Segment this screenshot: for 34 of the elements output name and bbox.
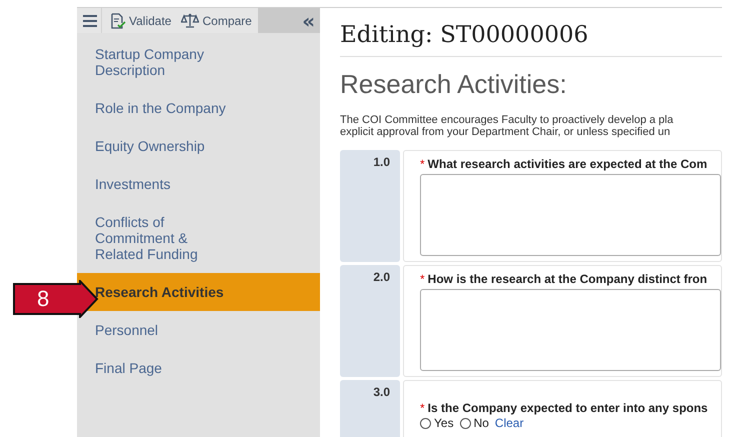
question-text: What research activities are expected at the Com: [428, 157, 708, 171]
answer-field[interactable]: [420, 174, 721, 256]
option-label: No: [474, 416, 489, 430]
sidebar-item[interactable]: Research Activities: [77, 273, 320, 311]
validate-button[interactable]: Validate: [108, 12, 174, 28]
sidebar-item[interactable]: Equity Ownership: [77, 138, 320, 154]
clear-link[interactable]: Clear: [494, 416, 524, 430]
radio-button[interactable]: [420, 418, 431, 428]
collapse-button[interactable]: «: [297, 8, 320, 33]
page-title: Editing: ST00000006: [340, 22, 722, 57]
menu-icon[interactable]: [83, 8, 102, 33]
sidebar-item[interactable]: Personnel: [77, 322, 320, 338]
question-text: How is the research at the Company distinct fron: [428, 272, 708, 286]
sidebar-item[interactable]: Role in the Company: [77, 100, 320, 116]
option-label: Yes: [434, 416, 454, 430]
required-mark: *: [420, 272, 425, 286]
required-mark: *: [420, 157, 425, 171]
answer-field[interactable]: [420, 289, 721, 371]
compare-button[interactable]: Compare: [179, 13, 254, 28]
sidebar-item[interactable]: Conflicts of Commitment & Related Funding: [77, 214, 320, 262]
sidebar-item[interactable]: Final Page: [77, 360, 320, 376]
sidebar-item[interactable]: Investments: [77, 176, 320, 192]
radio-button[interactable]: [460, 418, 471, 428]
scales-icon: [181, 13, 200, 28]
question-number: 1.0: [340, 150, 400, 262]
question-text: Is the Company expected to enter into any spons: [428, 401, 708, 415]
required-mark: *: [420, 401, 425, 415]
callout-number: 8: [37, 287, 50, 311]
question-number: 3.0: [340, 380, 400, 437]
sidebar-item[interactable]: Startup Company Description: [77, 46, 320, 78]
section-heading: Research Activities:: [340, 69, 568, 100]
description-text: The COI Committee encourages Faculty to proactively develop a pla explicit approval from your Department Chair, or unless specified un: [340, 114, 674, 138]
document-check-icon: [110, 12, 126, 28]
question-number: 2.0: [340, 265, 400, 377]
